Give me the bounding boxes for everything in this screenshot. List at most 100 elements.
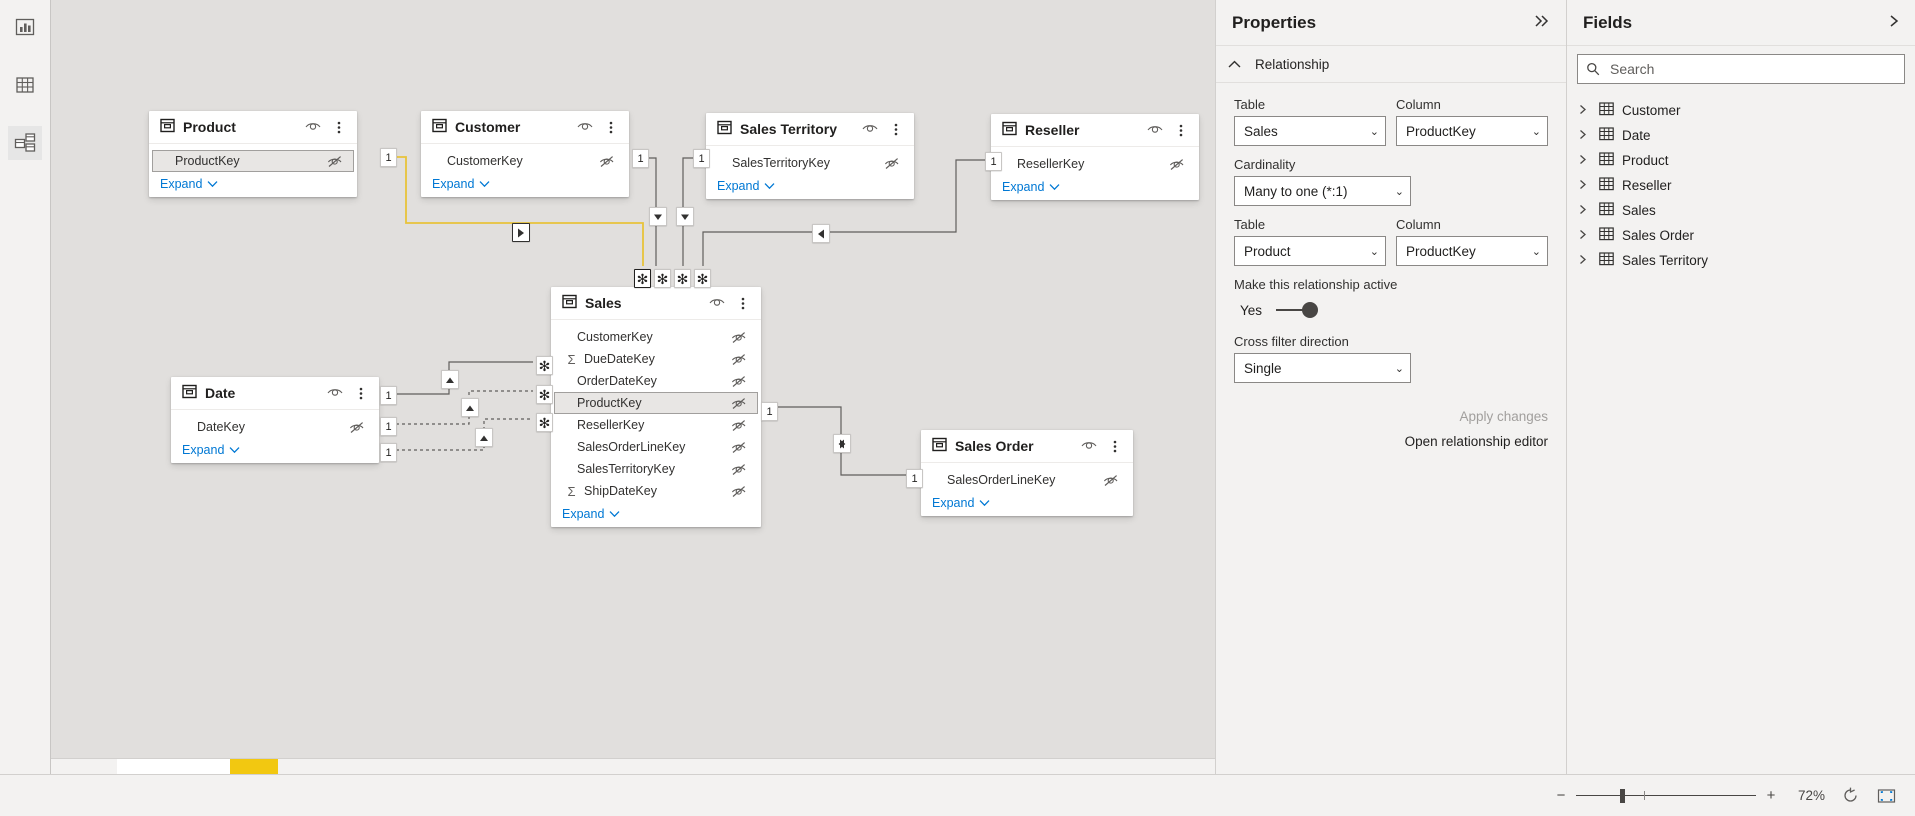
cardinality-marker-m-date-one-2[interactable]: 1 [380,417,397,436]
zoom-out-button[interactable]: − [1555,787,1567,804]
field-hidden-icon[interactable] [598,155,616,168]
table-more-options-button[interactable] [1172,121,1190,139]
table-card-date[interactable]: Date DateKeyExpand [171,377,379,463]
apply-changes-button[interactable]: Apply changes [1234,409,1548,424]
field-hidden-icon[interactable] [730,353,748,366]
field-hidden-icon[interactable] [730,331,748,344]
zoom-slider-thumb[interactable] [1620,789,1625,803]
cardinality-marker-m-territory-one[interactable]: 1 [693,149,710,168]
model-diagram-canvas[interactable]: ProductProductKeyExpand Customer CustomerK… [51,0,1215,758]
filter-direction-marker-a-reseller-sales[interactable] [812,224,830,243]
report-view-button[interactable] [8,10,42,44]
field-hidden-icon[interactable] [730,441,748,454]
cardinality-marker-m-reseller-one[interactable]: 1 [985,152,1002,171]
expand-chevron-icon[interactable] [1579,254,1591,268]
table-card-header[interactable]: Reseller [991,114,1199,147]
expand-table-button[interactable]: Expand [551,504,761,527]
data-view-button[interactable] [8,68,42,102]
cardinality-marker-m-sales-many-top-1[interactable]: ✻ [634,269,651,288]
fields-search-input[interactable] [1608,60,1896,78]
cardinality-marker-m-sales-many-top-3[interactable]: ✻ [674,269,691,288]
filter-direction-marker-a-date-sales-1[interactable] [441,370,459,389]
table-more-options-button[interactable] [1106,437,1124,455]
field-row-ResellerKey[interactable]: ResellerKey [555,414,757,436]
fields-item-product[interactable]: Product [1567,148,1915,173]
field-hidden-icon[interactable] [883,157,901,170]
active-relationship-toggle[interactable] [1276,300,1318,320]
expand-chevron-icon[interactable] [1579,229,1591,243]
expand-table-button[interactable]: Expand [171,440,379,463]
expand-table-button[interactable]: Expand [149,174,357,197]
cardinality-marker-m-product-one[interactable]: 1 [380,148,397,167]
table-visibility-button[interactable] [708,294,726,312]
expand-chevron-icon[interactable] [1579,129,1591,143]
table-visibility-button[interactable] [1146,121,1164,139]
cross-filter-select[interactable]: Single ⌄ [1234,353,1411,383]
field-hidden-icon[interactable] [1168,158,1186,171]
table-card-sales_order[interactable]: Sales Order SalesOrderLineKeyExpand [921,430,1133,516]
cardinality-marker-m-sales-many-left-3[interactable]: ✻ [536,413,553,432]
table-more-options-button[interactable] [887,120,905,138]
table-more-options-button[interactable] [602,118,620,136]
model-view-button[interactable] [8,126,42,160]
table-card-header[interactable]: Customer [421,111,629,144]
field-hidden-icon[interactable] [326,155,344,168]
field-row-ProductKey[interactable]: ProductKey [152,150,354,172]
filter-direction-marker-a-date-sales-3[interactable] [475,428,493,447]
expand-chevron-icon[interactable] [1579,154,1591,168]
field-hidden-icon[interactable] [1102,474,1120,487]
table-more-options-button[interactable] [330,118,348,136]
from-column-select[interactable]: ProductKey ⌄ [1396,116,1548,146]
field-row-DateKey[interactable]: DateKey [175,416,375,438]
zoom-slider[interactable] [1576,789,1756,803]
relationship-date-sales-order[interactable] [396,362,533,394]
expand-chevron-icon[interactable] [1579,179,1591,193]
to-table-select[interactable]: Product ⌄ [1234,236,1386,266]
reset-zoom-button[interactable] [1839,785,1861,807]
cardinality-select[interactable]: Many to one (*:1) ⌄ [1234,176,1411,206]
field-row-SalesTerritoryKey[interactable]: SalesTerritoryKey [710,152,910,174]
table-visibility-button[interactable] [861,120,879,138]
filter-direction-marker-a-sales-order[interactable] [833,434,851,453]
expand-table-button[interactable]: Expand [706,176,914,199]
field-row-ResellerKey[interactable]: ResellerKey [995,153,1195,175]
cardinality-marker-m-customer-one[interactable]: 1 [632,149,649,168]
table-card-header[interactable]: Sales Order [921,430,1133,463]
expand-chevron-icon[interactable] [1579,204,1591,218]
filter-direction-marker-a-territory-sales[interactable] [676,207,694,226]
field-row-CustomerKey[interactable]: CustomerKey [425,150,625,172]
field-hidden-icon[interactable] [730,463,748,476]
fields-item-reseller[interactable]: Reseller [1567,173,1915,198]
fields-search-box[interactable] [1577,54,1905,84]
table-visibility-button[interactable] [1080,437,1098,455]
filter-direction-marker-a-customer-sales[interactable] [649,207,667,226]
fit-to-screen-button[interactable] [1875,785,1897,807]
field-hidden-icon[interactable] [730,419,748,432]
table-card-customer[interactable]: CustomerCustomerKeyExpand [421,111,629,197]
table-card-product[interactable]: ProductProductKeyExpand [149,111,357,197]
filter-direction-marker-a-date-sales-2[interactable] [461,398,479,417]
expand-table-button[interactable]: Expand [921,493,1133,516]
collapse-fields-button[interactable] [1889,14,1899,32]
field-row-SalesOrderLineKey[interactable]: SalesOrderLineKey [925,469,1129,491]
cardinality-marker-m-sales-many-top-2[interactable]: ✻ [654,269,671,288]
field-hidden-icon[interactable] [348,421,366,434]
open-relationship-editor-link[interactable]: Open relationship editor [1234,434,1548,449]
zoom-in-button[interactable]: + [1765,787,1777,804]
relationship-section-header[interactable]: Relationship [1216,46,1566,83]
cardinality-marker-m-date-one-3[interactable]: 1 [380,443,397,462]
table-card-header[interactable]: Date [171,377,379,410]
field-row-SalesOrderLineKey[interactable]: SalesOrderLineKey [555,436,757,458]
fields-item-customer[interactable]: Customer [1567,98,1915,123]
table-visibility-button[interactable] [576,118,594,136]
cardinality-marker-m-sales-many-left-1[interactable]: ✻ [536,356,553,375]
fields-item-sales-territory[interactable]: Sales Territory [1567,248,1915,273]
to-column-select[interactable]: ProductKey ⌄ [1396,236,1548,266]
field-row-DueDateKey[interactable]: ΣDueDateKey [555,348,757,370]
expand-table-button[interactable]: Expand [991,177,1199,200]
field-row-ProductKey[interactable]: ProductKey [554,392,758,414]
field-hidden-icon[interactable] [730,375,748,388]
fields-item-date[interactable]: Date [1567,123,1915,148]
table-more-options-button[interactable] [352,384,370,402]
field-hidden-icon[interactable] [730,397,748,410]
